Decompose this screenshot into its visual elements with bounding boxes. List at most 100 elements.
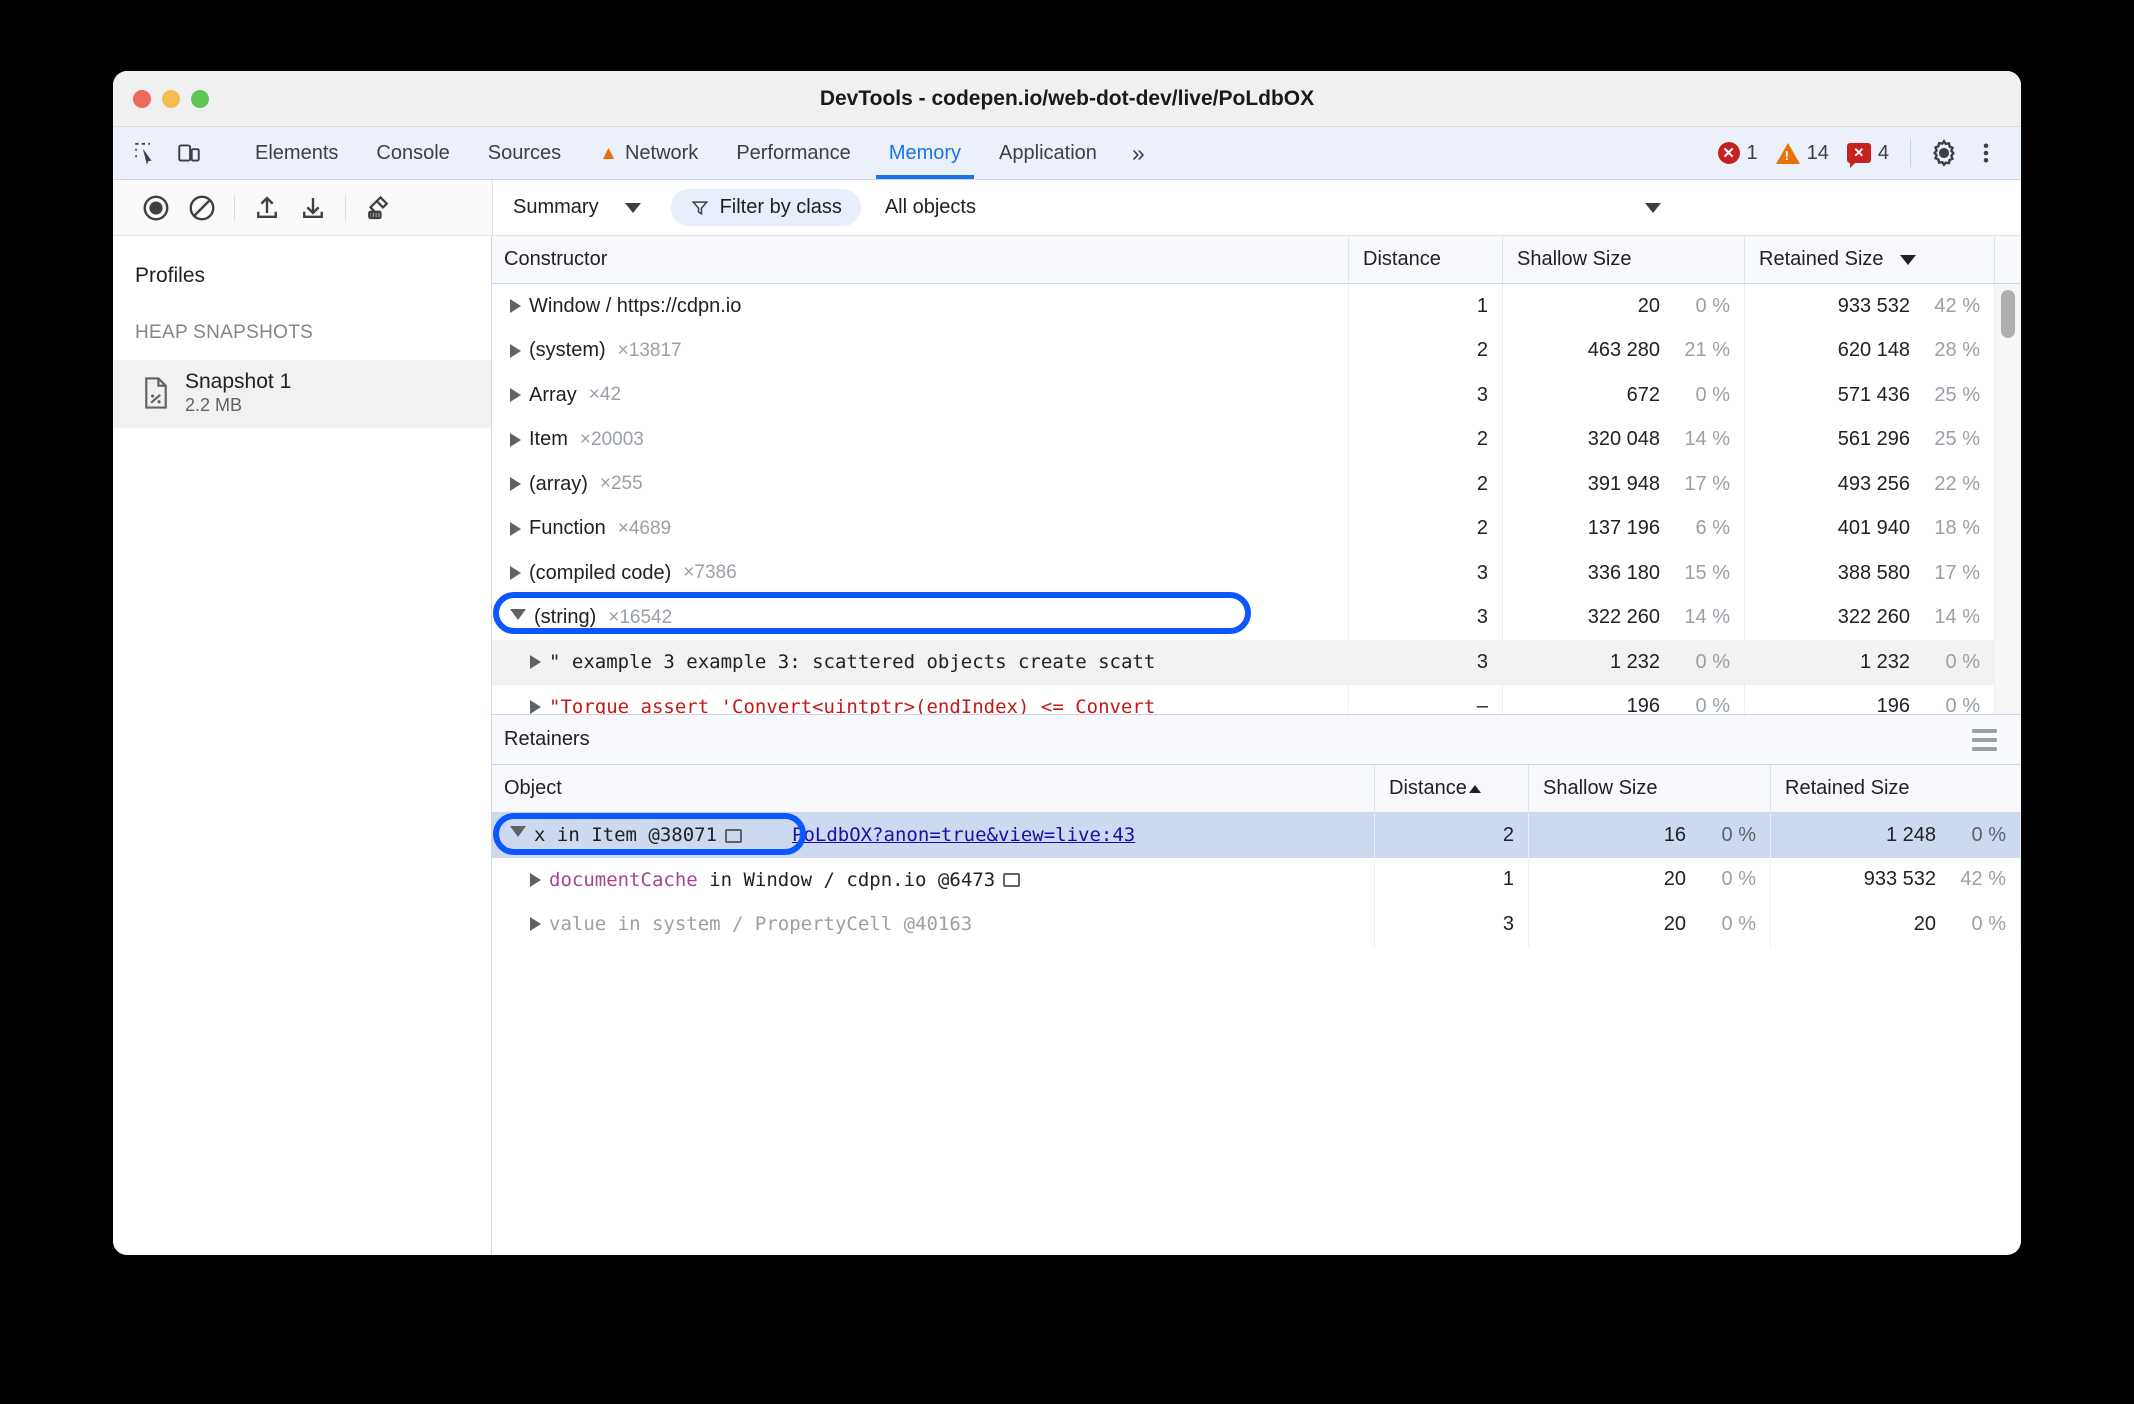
chevron-right-icon[interactable]	[510, 521, 521, 536]
warning-triangle-icon: ▲	[599, 142, 618, 164]
tab-network[interactable]: ▲ Network	[580, 127, 717, 179]
object-scope-select[interactable]: All objects	[885, 196, 976, 219]
inspect-element-icon[interactable]	[127, 137, 163, 169]
constructors-scrollbar[interactable]	[2001, 290, 2015, 338]
retained-size-cell: 20 0 %	[1771, 902, 2021, 947]
size-value: 322 260	[1837, 606, 1910, 629]
size-percent: 14 %	[1934, 606, 1980, 629]
size-value: 336 180	[1587, 561, 1660, 584]
tab-performance[interactable]: Performance	[717, 127, 870, 179]
sidebar-group-heap-snapshots: HEAP SNAPSHOTS	[135, 322, 314, 343]
constructor-name: " example 3 example 3: scattered objects…	[549, 651, 1156, 674]
chevron-right-icon[interactable]	[510, 432, 521, 447]
memory-panel-main: Constructor Distance Shallow Size Retain…	[492, 236, 2021, 1255]
sidebar-item-snapshot-1[interactable]: Snapshot 1 2.2 MB	[113, 360, 491, 428]
chevron-right-icon[interactable]	[530, 872, 541, 887]
table-row[interactable]: documentCache in Window / cdpn.io @6473 1…	[492, 857, 2021, 902]
save-profile-icon[interactable]	[292, 189, 334, 227]
constructors-rows: Window / https://cdpn.io 1 20 0 % 933 532 42 …	[492, 284, 2021, 714]
minimize-window-button[interactable]	[162, 89, 180, 108]
warning-count-badge[interactable]: 14	[1769, 142, 1836, 165]
chevron-right-icon[interactable]	[510, 343, 521, 358]
device-toolbar-icon[interactable]	[171, 137, 207, 169]
retainers-menu-icon[interactable]	[1972, 728, 1997, 751]
shallow-size-cell: 137 196 6 %	[1503, 506, 1745, 551]
tab-console[interactable]: Console	[357, 127, 468, 179]
table-row[interactable]: (string) ×16542 3 322 260 14 % 322 260 14 %	[492, 595, 2021, 640]
column-header-distance[interactable]: Distance	[1349, 236, 1503, 283]
constructor-name: Array	[529, 383, 577, 406]
table-row[interactable]: " example 3 example 3: scattered objects…	[492, 640, 2021, 685]
violation-icon: ✕	[1846, 143, 1871, 168]
column-header-shallow-size[interactable]: Shallow Size	[1529, 765, 1771, 812]
view-type-select[interactable]: Summary	[513, 196, 655, 219]
distance-cell: 3	[1349, 595, 1503, 640]
shallow-size-cell: 463 280 21 %	[1503, 328, 1745, 373]
chevron-right-icon[interactable]	[530, 699, 541, 714]
error-count-badge[interactable]: ✕ 1	[1711, 142, 1765, 165]
load-profile-icon[interactable]	[246, 189, 288, 227]
source-link[interactable]: PoLdbOX?anon=true&view=live:43	[792, 824, 1135, 846]
column-header-constructor[interactable]: Constructor	[492, 236, 1349, 283]
size-percent: 0 %	[1695, 695, 1730, 714]
table-row[interactable]: (system) ×13817 2 463 280 21 % 620 148 28 %	[492, 328, 2021, 373]
table-row[interactable]: Item ×20003 2 320 048 14 % 561 296 25 %	[492, 417, 2021, 462]
table-row[interactable]: "Torque assert 'Convert<uintptr>(endInde…	[492, 684, 2021, 714]
chevron-down-icon[interactable]	[510, 608, 526, 627]
chevron-right-icon[interactable]	[510, 299, 521, 314]
chevron-right-icon[interactable]	[530, 655, 541, 670]
retained-size-cell: 322 260 14 %	[1745, 595, 1995, 640]
settings-gear-icon[interactable]	[1925, 134, 1963, 172]
devtools-window: DevTools - codepen.io/web-dot-dev/live/P…	[113, 71, 2021, 1255]
chevron-right-icon[interactable]	[510, 566, 521, 581]
constructor-cell: Function ×4689	[492, 506, 1349, 551]
record-icon[interactable]	[135, 189, 177, 227]
more-tabs-icon[interactable]: »	[1116, 127, 1158, 179]
tab-sources[interactable]: Sources	[469, 127, 580, 179]
size-value: 672	[1626, 383, 1660, 406]
chevron-right-icon[interactable]	[510, 477, 521, 492]
column-header-distance[interactable]: Distance	[1375, 765, 1529, 812]
column-header-retained-size[interactable]: Retained Size	[1745, 236, 1995, 283]
more-options-icon[interactable]	[1967, 134, 2005, 172]
object-cell: x in Item @38071 PoLdbOX?anon=true&view=l…	[492, 813, 1375, 858]
chevron-down-icon[interactable]	[1645, 202, 1661, 213]
tab-memory[interactable]: Memory	[870, 127, 980, 179]
collect-garbage-icon[interactable]	[357, 189, 399, 227]
instance-count: ×20003	[579, 428, 644, 450]
tab-bar-status-area: ✕ 1 14 ✕ 4	[1711, 127, 2022, 179]
constructors-header: Constructor Distance Shallow Size Retain…	[492, 236, 2021, 284]
grid-toolbar: Summary Filter by class All objects	[492, 180, 2021, 236]
shallow-size-cell: 20 0 %	[1503, 284, 1745, 329]
object-property-name: documentCache	[549, 868, 698, 891]
clear-icon[interactable]	[181, 189, 223, 227]
size-value: 493 256	[1837, 472, 1910, 495]
table-row[interactable]: Function ×4689 2 137 196 6 % 401 940 18 %	[492, 506, 2021, 551]
size-percent: 18 %	[1934, 517, 1980, 540]
table-row[interactable]: Window / https://cdpn.io 1 20 0 % 933 532 42 …	[492, 284, 2021, 329]
table-row[interactable]: value in system / PropertyCell @40163 3 20…	[492, 902, 2021, 947]
size-value: 20	[1663, 868, 1686, 891]
column-header-label: Distance	[1389, 777, 1467, 799]
message-count-badge[interactable]: ✕ 4	[1840, 142, 1896, 168]
table-row[interactable]: (array) ×255 2 391 948 17 % 493 256 22 %	[492, 462, 2021, 507]
filter-by-class-input[interactable]: Filter by class	[670, 189, 861, 226]
tab-application[interactable]: Application	[980, 127, 1116, 179]
table-row[interactable]: Array ×42 3 672 0 % 571 436 25 %	[492, 373, 2021, 418]
sort-ascending-icon	[1468, 784, 1481, 793]
close-window-button[interactable]	[133, 89, 151, 108]
chevron-right-icon[interactable]	[530, 917, 541, 932]
shallow-size-cell: 16 0 %	[1529, 813, 1771, 858]
chevron-down-icon[interactable]	[510, 826, 526, 844]
maximize-window-button[interactable]	[191, 89, 209, 108]
table-row[interactable]: (compiled code) ×7386 3 336 180 15 % 388 580 1…	[492, 551, 2021, 596]
table-row[interactable]: x in Item @38071 PoLdbOX?anon=true&view=l…	[492, 813, 2021, 858]
column-header-object[interactable]: Object	[492, 765, 1375, 812]
constructor-cell: "Torque assert 'Convert<uintptr>(endInde…	[492, 684, 1349, 714]
column-header-retained-size[interactable]: Retained Size	[1771, 765, 2021, 812]
tab-elements[interactable]: Elements	[236, 127, 357, 179]
size-percent: 25 %	[1934, 428, 1980, 451]
column-header-shallow-size[interactable]: Shallow Size	[1503, 236, 1745, 283]
chevron-right-icon[interactable]	[510, 388, 521, 403]
toolbar-divider	[234, 194, 235, 221]
